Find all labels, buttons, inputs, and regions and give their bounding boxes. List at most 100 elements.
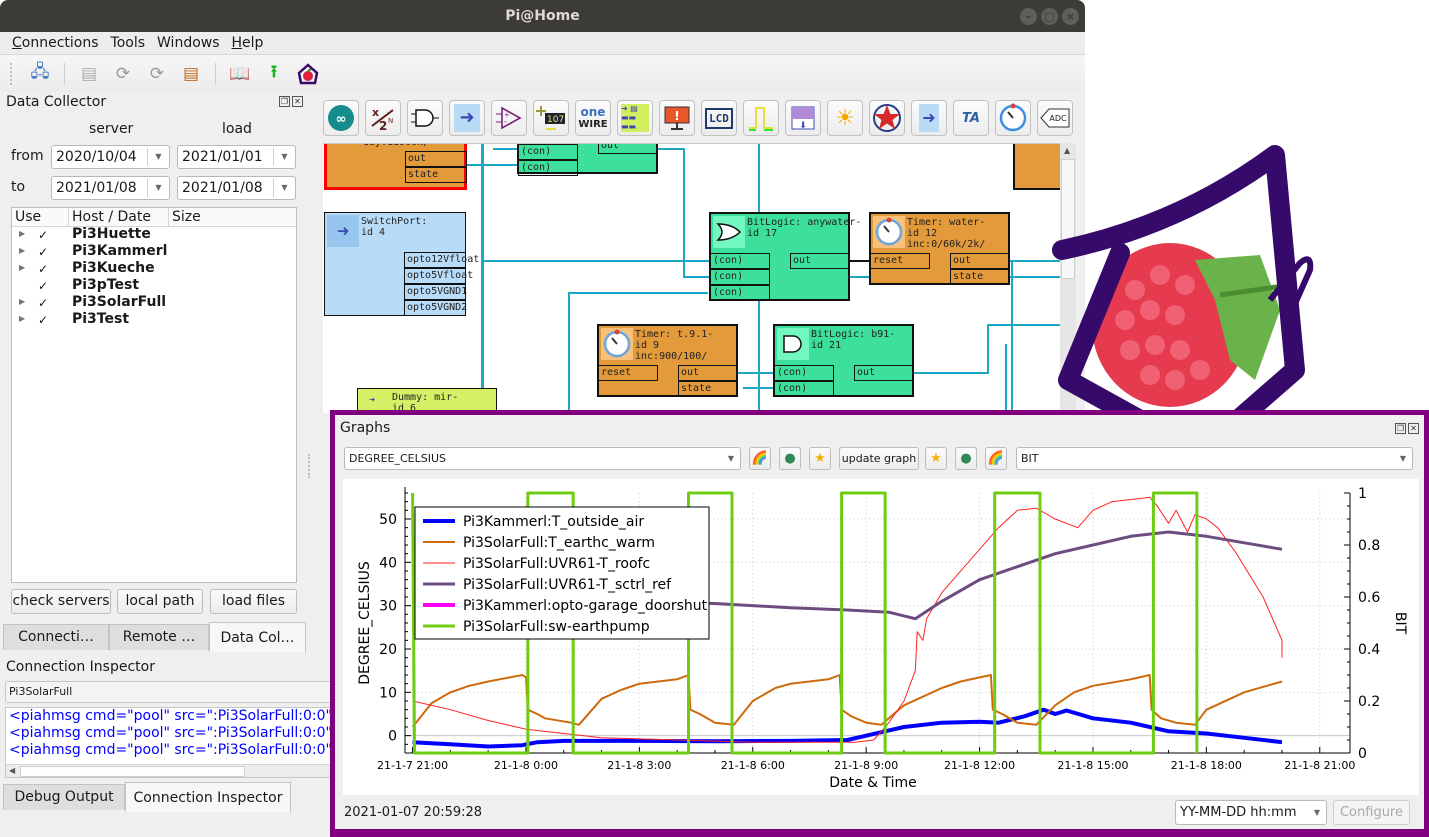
header-host-date[interactable]: Host / Date — [69, 208, 169, 226]
host-row[interactable]: ▶ ✓ Pi3Kammerl — [12, 243, 296, 261]
header-size[interactable]: Size — [169, 208, 296, 226]
chevron-down-icon[interactable]: ▼ — [1400, 448, 1406, 469]
onewire-icon[interactable]: one WIRE — [575, 100, 611, 136]
chevron-down-icon[interactable]: ▼ — [147, 179, 169, 197]
load-files-button[interactable]: load files — [210, 589, 297, 614]
block-timer-top[interactable]: day:11900k/ out state — [324, 144, 467, 190]
arduino-icon[interactable]: ∞ — [323, 100, 359, 136]
host-row[interactable]: ✓ Pi3pTest — [12, 277, 296, 295]
host-tree[interactable]: Use Host / Date Size ▶ ✓ Pi3Huette ▶ ✓ Pi3Kam… — [11, 207, 297, 583]
local-path-button[interactable]: local path — [117, 589, 203, 614]
star-icon[interactable] — [869, 100, 905, 136]
splitter-grip[interactable] — [308, 454, 310, 478]
port-opto5vgnd2[interactable]: opto5VGND2 — [404, 300, 467, 316]
time-format-select[interactable]: YY-MM-DD hh:mm ▼ — [1175, 800, 1327, 825]
divide-2n-icon[interactable]: x2N — [365, 100, 401, 136]
left-globe-button[interactable]: ● — [779, 447, 801, 470]
port-con[interactable]: (con) — [774, 381, 834, 397]
block-switchport[interactable]: ➜ SwitchPort: id 4 opto12Vfloat opto5Vfl… — [324, 212, 479, 316]
menu-windows[interactable]: Windows — [151, 32, 226, 54]
chevron-down-icon[interactable]: ▼ — [1314, 801, 1320, 824]
scroll-thumb[interactable] — [20, 766, 245, 777]
blinds-icon[interactable]: ⬇ — [785, 100, 821, 136]
minimize-button[interactable]: – — [1020, 8, 1037, 25]
connect-icon[interactable]: 🖧 — [26, 60, 54, 88]
inspector-log[interactable]: <piahmsg cmd="pool" src=":Pi3SolarFull:0… — [5, 707, 335, 778]
use-checkbox[interactable]: ✓ — [37, 263, 49, 275]
use-checkbox[interactable]: ✓ — [37, 229, 49, 241]
port-reset[interactable]: reset — [598, 365, 658, 381]
refresh-icon[interactable]: ⟳ — [109, 60, 137, 88]
right-globe-button[interactable]: ● — [955, 447, 977, 470]
timer-icon[interactable] — [995, 100, 1031, 136]
remove-server-icon[interactable]: ▤ — [177, 60, 205, 88]
chevron-down-icon[interactable]: ▼ — [147, 148, 169, 166]
port-opto12vfloat[interactable]: opto12Vfloat — [404, 252, 479, 268]
scroll-left-icon[interactable]: ◀ — [9, 765, 15, 777]
header-use[interactable]: Use — [12, 208, 69, 226]
tab-remote[interactable]: Remote … — [109, 624, 209, 650]
port-con[interactable]: (con) — [710, 253, 770, 269]
comparator-icon[interactable]: + - — [491, 100, 527, 136]
horizontal-scrollbar[interactable]: ◀ — [6, 764, 334, 777]
pulse-icon[interactable] — [743, 100, 779, 136]
port-state[interactable]: state — [678, 381, 738, 397]
chevron-down-icon[interactable]: ▼ — [728, 448, 734, 469]
port-state[interactable]: state — [950, 269, 1010, 285]
block-timer-9[interactable]: Timer: t.9.1- id 9 inc:900/100/ reset ou… — [597, 324, 738, 397]
ta-icon[interactable]: TA — [953, 100, 989, 136]
pi-home-icon[interactable] — [294, 60, 322, 88]
use-checkbox[interactable]: ✓ — [37, 314, 49, 326]
port-out[interactable]: out — [790, 253, 850, 269]
update-graph-button[interactable]: update graph — [839, 447, 919, 470]
port-con[interactable]: (con) — [518, 160, 578, 176]
tab-connections[interactable]: Connecti… — [3, 624, 109, 650]
counter-icon[interactable]: 107 — [533, 100, 569, 136]
right-color-button[interactable]: 🌈 — [985, 447, 1007, 470]
float-dock-button[interactable]: ❐ — [1395, 423, 1406, 434]
port-opto5vgnd1[interactable]: opto5VGND1 — [404, 284, 467, 300]
port-con[interactable]: (con) — [774, 365, 834, 381]
port-state[interactable]: state — [405, 167, 467, 183]
adc-icon[interactable]: ADC — [1037, 100, 1073, 136]
sun-icon[interactable]: ☀ — [827, 100, 863, 136]
menu-connections[interactable]: Connections — [6, 32, 105, 54]
configure-button[interactable]: Configure — [1333, 800, 1410, 825]
upload-icon[interactable]: ⭱ — [260, 60, 288, 88]
port-opto5vfloat[interactable]: opto5Vfloat — [404, 268, 473, 284]
host-row[interactable]: ▶ ✓ Pi3SolarFull — [12, 294, 296, 312]
tab-connection-inspector[interactable]: Connection Inspector — [125, 782, 291, 812]
float-dock-button[interactable]: ❐ — [279, 96, 290, 107]
inspector-host-select[interactable]: Pi3SolarFull — [5, 681, 335, 703]
tab-data-collector[interactable]: Data Col… — [209, 622, 306, 652]
left-color-button[interactable]: 🌈 — [749, 447, 771, 470]
host-row[interactable]: ▶ ✓ Pi3Kueche — [12, 260, 296, 278]
left-unit-select[interactable]: DEGREE_CELSIUS ▼ — [344, 447, 741, 470]
port-con[interactable]: (con) — [518, 144, 578, 160]
right-unit-select[interactable]: BIT ▼ — [1016, 447, 1413, 470]
alarm-display-icon[interactable]: ! — [659, 100, 695, 136]
port-out[interactable]: out — [678, 365, 738, 381]
host-row[interactable]: ▶ ✓ Pi3Test — [12, 311, 296, 329]
manual-icon[interactable]: 📖 — [226, 60, 254, 88]
close-dock-button[interactable]: ✕ — [292, 96, 303, 107]
server-to-date[interactable]: 2021/01/08 ▼ — [51, 176, 170, 200]
port-out[interactable]: out — [950, 253, 1010, 269]
tab-debug-output[interactable]: Debug Output — [3, 784, 125, 810]
chevron-down-icon[interactable]: ▼ — [273, 148, 295, 166]
expand-arrow-icon[interactable]: ▶ — [19, 229, 25, 238]
and-gate-icon[interactable] — [407, 100, 443, 136]
port-reset[interactable]: reset — [870, 253, 930, 269]
switch-port-icon[interactable]: ➜ — [449, 100, 485, 136]
host-row[interactable]: ▶ ✓ Pi3Huette — [12, 226, 296, 244]
load-from-date[interactable]: 2021/01/01 ▼ — [177, 145, 296, 169]
port-out[interactable]: out — [405, 151, 467, 167]
reload-icon[interactable]: ⟳ — [143, 60, 171, 88]
lcd-icon[interactable]: LCD — [701, 100, 737, 136]
menu-help[interactable]: Help — [226, 32, 270, 54]
expand-arrow-icon[interactable]: ▶ — [19, 314, 25, 323]
block-bitlogic-top[interactable]: (con) (con) out — [517, 144, 658, 176]
block-timer-12[interactable]: Timer: water- id 12 inc:0/60k/2k/ reset … — [869, 212, 1010, 285]
port-arrow-icon[interactable]: ➜ — [911, 100, 947, 136]
port-out[interactable]: out — [598, 144, 658, 154]
